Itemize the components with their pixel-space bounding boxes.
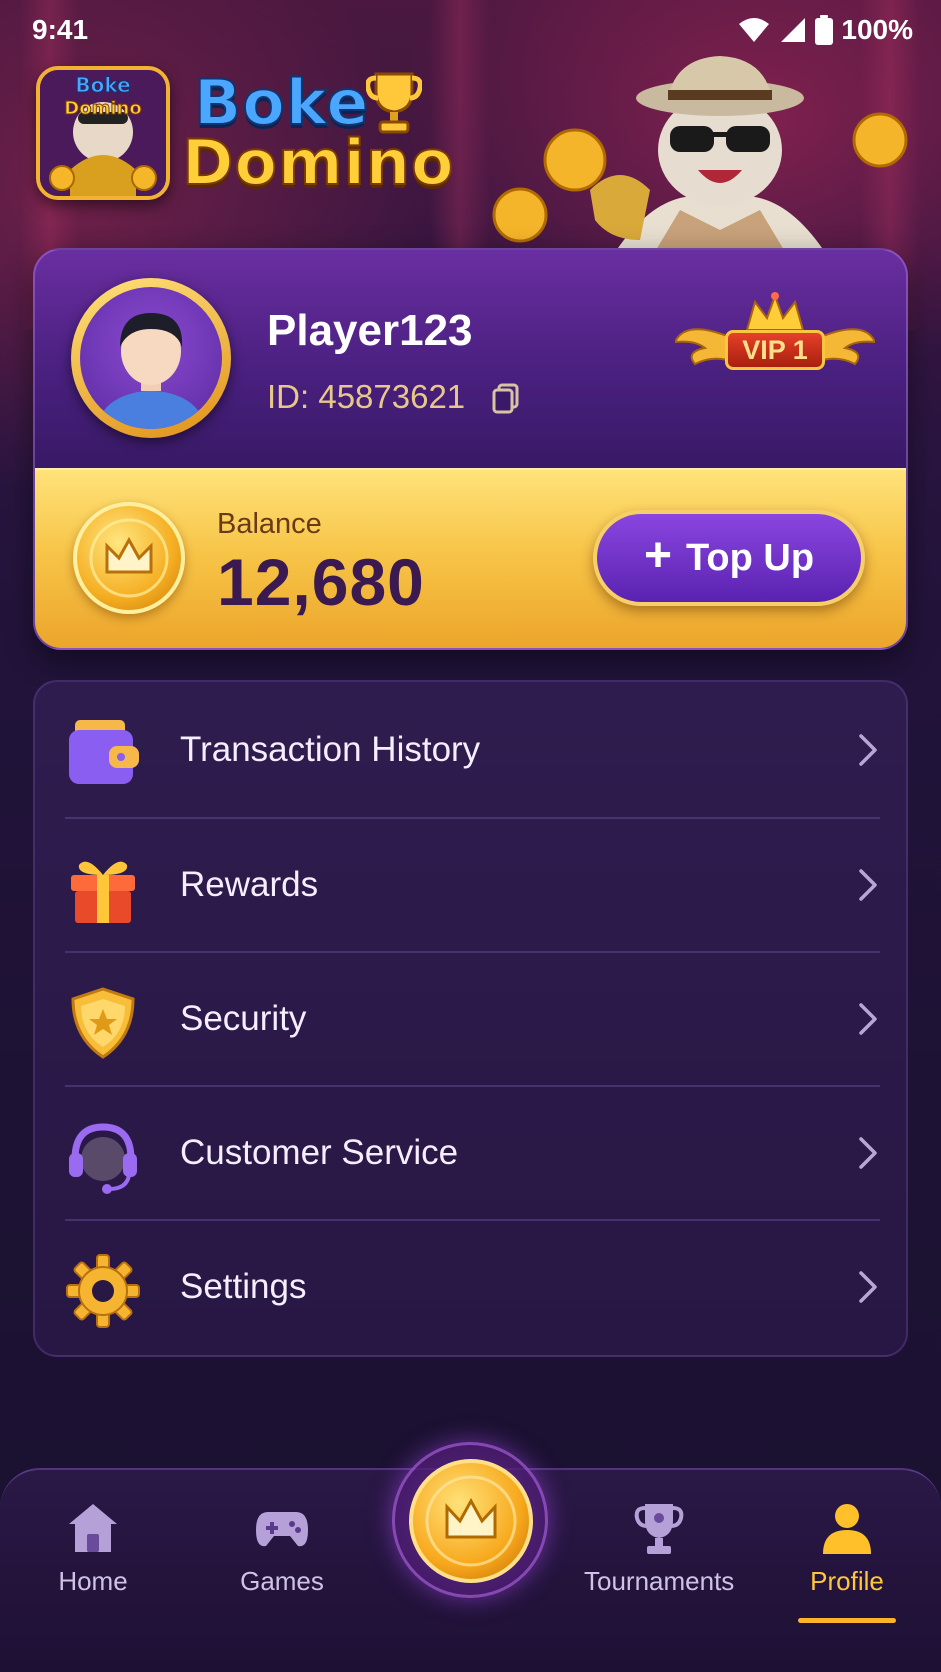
profile-screen: 9:41 100% Boke Domino Boke Domino Player… (0, 0, 941, 1672)
nav-label: Profile (810, 1566, 884, 1596)
menu-item-settings[interactable]: Settings (35, 1219, 906, 1353)
menu-item-security[interactable]: Security (35, 951, 906, 1085)
vip-level-label: VIP 1 (725, 330, 825, 370)
balance-amount: 12,680 (217, 545, 425, 619)
player-id: ID: 45873621 (267, 378, 466, 415)
user-icon (823, 1504, 871, 1554)
chevron-right-icon (859, 1003, 877, 1035)
menu-item-label: Settings (180, 1267, 307, 1306)
headset-icon (69, 1123, 137, 1194)
nav-games[interactable]: Games (207, 1500, 357, 1610)
svg-text:Domino: Domino (64, 98, 141, 119)
balance-panel: Balance 12,680 + Top Up (35, 468, 906, 648)
menu-item-rewards[interactable]: Rewards (35, 817, 906, 951)
app-logo-tile: Boke Domino (36, 66, 170, 200)
avatar[interactable] (71, 278, 231, 438)
balance-label: Balance (217, 508, 322, 540)
logo-mascot-icon: Boke Domino (40, 70, 166, 196)
menu-item-transaction-history[interactable]: Transaction History (35, 682, 906, 816)
shield-icon (71, 987, 135, 1059)
copy-id-icon[interactable] (490, 382, 522, 414)
nav-center-button[interactable] (392, 1442, 548, 1598)
menu-item-label: Transaction History (180, 730, 481, 769)
top-up-button[interactable]: + Top Up (593, 510, 865, 606)
vip-badge[interactable]: VIP 1 (675, 290, 875, 386)
active-tab-indicator (798, 1618, 896, 1623)
menu-item-customer-service[interactable]: Customer Service (35, 1085, 906, 1219)
plus-icon: + (643, 529, 672, 582)
nav-profile[interactable]: Profile (772, 1500, 922, 1610)
logo-word-domino: Domino (181, 125, 455, 200)
nav-label: Tournaments (584, 1566, 735, 1596)
wallet-icon (69, 720, 139, 784)
nav-label: Home (58, 1566, 128, 1596)
nav-home[interactable]: Home (18, 1500, 168, 1610)
gear-icon (66, 1254, 140, 1328)
profile-menu: Transaction History Rewards Security Cus… (33, 680, 908, 1357)
svg-text:Boke: Boke (75, 73, 130, 97)
home-icon (69, 1504, 117, 1552)
chevron-right-icon (859, 869, 877, 901)
trophy-icon (634, 1504, 684, 1554)
menu-item-label: Customer Service (180, 1133, 459, 1172)
top-up-label: Top Up (686, 536, 815, 579)
menu-item-label: Rewards (180, 865, 319, 904)
nav-label: Games (240, 1566, 324, 1596)
chevron-right-icon (859, 734, 877, 766)
mascot-illustration (492, 56, 908, 260)
profile-card: Player123 ID: 45873621 VIP 1 Balance 12,… (33, 248, 908, 650)
crown-coin-icon (409, 1459, 533, 1583)
app-logo-title: Boke Domino (181, 65, 455, 206)
chevron-right-icon (859, 1137, 877, 1169)
status-time: 9:41 (32, 14, 89, 45)
chevron-right-icon (859, 1271, 877, 1303)
crown-coin-icon (73, 502, 185, 614)
menu-item-label: Security (180, 999, 307, 1038)
gift-icon (71, 861, 135, 923)
gamepad-icon (256, 1512, 308, 1547)
player-name: Player123 (267, 306, 473, 355)
user-avatar-icon (99, 313, 203, 429)
nav-tournaments[interactable]: Tournaments (584, 1500, 734, 1610)
